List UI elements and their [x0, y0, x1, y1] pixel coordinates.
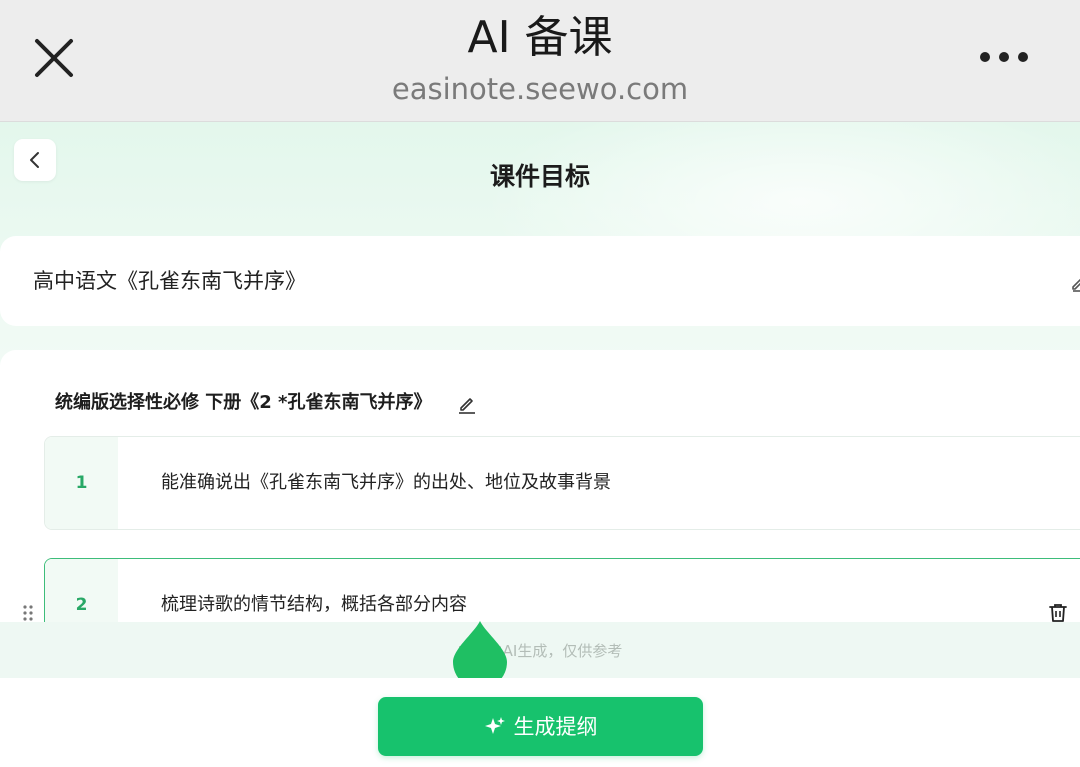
goal-text[interactable]: 能准确说出《孔雀东南飞并序》的出处、地位及故事背景	[161, 469, 611, 497]
textbook-title: 统编版选择性必修 下册《2 *孔雀东南飞并序》	[55, 392, 432, 413]
app-top-bar: AI 备课 easinote.seewo.com	[0, 0, 1080, 122]
drag-handle[interactable]	[20, 603, 36, 623]
sparkle-icon	[484, 716, 505, 734]
pencil-icon	[1072, 278, 1080, 292]
main-content: 课件目标 高中语文《孔雀东南飞并序》 统编版选择性必修 下册《2 *孔雀东南飞并…	[0, 122, 1080, 678]
drag-handle-icon	[23, 605, 33, 621]
app-title: AI 备课	[467, 12, 613, 63]
ai-disclaimer: 内容由AI生成，仅供参考	[457, 642, 623, 660]
generate-outline-button[interactable]: 生成提纲	[378, 697, 703, 756]
textbook-edit-button[interactable]	[457, 394, 477, 414]
drop-marker-icon	[453, 621, 507, 678]
pencil-icon	[459, 398, 475, 414]
more-button[interactable]	[972, 42, 1036, 72]
page-title: 课件目标	[489, 162, 590, 191]
course-edit-button[interactable]	[1070, 272, 1080, 292]
course-name: 高中语文《孔雀东南飞并序》	[33, 269, 306, 293]
goal-text[interactable]: 梳理诗歌的情节结构，概括各部分内容	[161, 591, 467, 619]
generate-outline-label: 生成提纲	[513, 714, 598, 739]
goal-number-column: 1	[45, 437, 118, 529]
goal-item-1[interactable]: 1 能准确说出《孔雀东南飞并序》的出处、地位及故事背景	[44, 436, 1080, 530]
goal-number: 1	[75, 473, 88, 493]
bottom-action-bar: 生成提纲	[0, 678, 1080, 767]
app-url: easinote.seewo.com	[391, 72, 689, 106]
drop-marker	[452, 619, 508, 678]
goal-number: 2	[75, 595, 88, 615]
more-horizontal-icon	[980, 52, 1028, 62]
course-card: 高中语文《孔雀东南飞并序》	[0, 236, 1080, 326]
